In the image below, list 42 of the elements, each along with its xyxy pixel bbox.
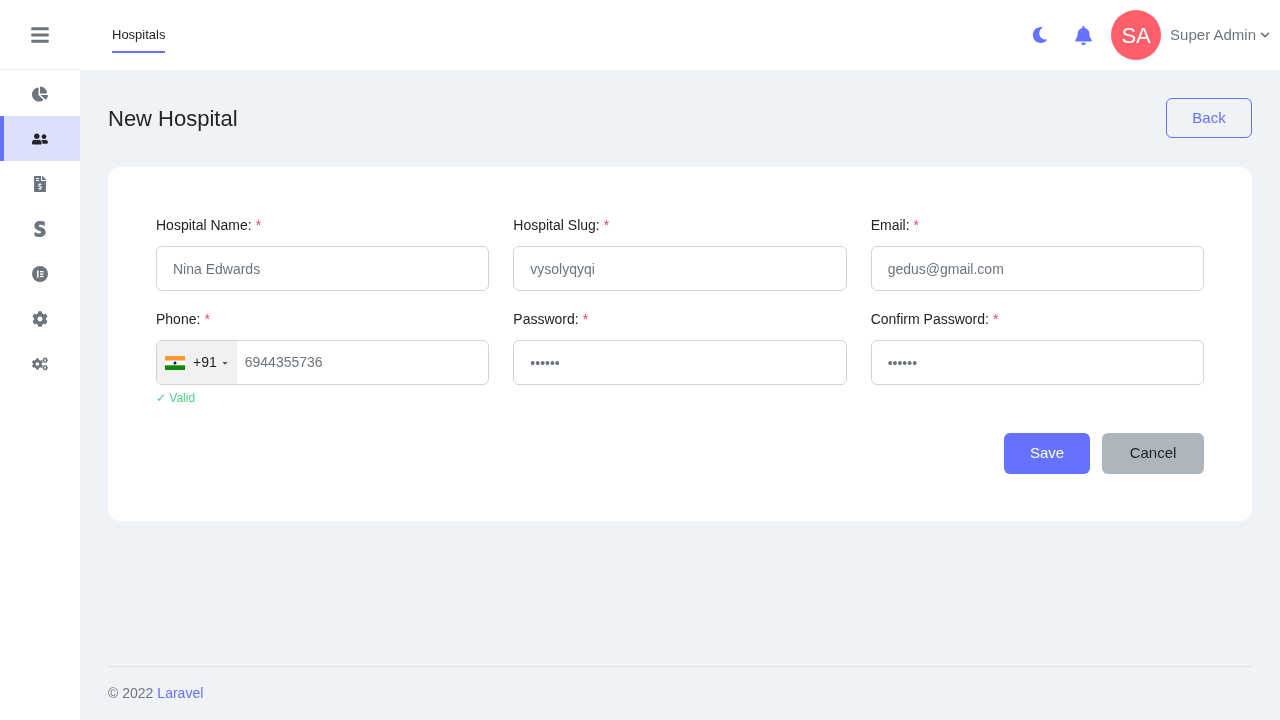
required-mark: * bbox=[582, 310, 589, 329]
save-button[interactable]: Save bbox=[1004, 433, 1090, 474]
required-mark: * bbox=[913, 216, 919, 235]
input-field[interactable]: gedus@gmail.com bbox=[870, 246, 1204, 291]
chevron-down-icon bbox=[1260, 30, 1270, 40]
input-field[interactable]: Nina Edwards bbox=[156, 246, 490, 291]
field-label: Password: bbox=[513, 310, 579, 329]
phone-input[interactable]: 6944355736 bbox=[236, 341, 489, 384]
page-title: New Hospital bbox=[108, 104, 238, 133]
moon-icon[interactable] bbox=[1032, 27, 1049, 43]
nav-tab[interactable]: Hospitals bbox=[112, 17, 166, 53]
input-field[interactable]: •••••• bbox=[513, 340, 847, 385]
field-label: Hospital Slug: bbox=[513, 216, 600, 235]
required-mark: * bbox=[992, 310, 999, 329]
gears-icon bbox=[32, 355, 48, 372]
letter-s-icon bbox=[32, 220, 48, 237]
field-label: Hospital Name: bbox=[156, 216, 252, 235]
field-label: Email: bbox=[870, 216, 910, 235]
field-label: Phone: bbox=[156, 310, 201, 329]
list-circle-icon bbox=[32, 265, 48, 282]
menu-icon[interactable] bbox=[30, 24, 50, 45]
india-flag-icon bbox=[165, 355, 185, 370]
avatar[interactable]: SA bbox=[1111, 10, 1162, 60]
required-mark: * bbox=[204, 310, 210, 329]
footer-link[interactable]: Laravel bbox=[157, 683, 204, 704]
valid-message: ✓ Valid bbox=[156, 390, 196, 407]
copyright-text: © 2022 bbox=[108, 684, 154, 703]
user-menu[interactable]: Super Admin bbox=[1170, 23, 1270, 47]
field-label: Confirm Password: bbox=[870, 310, 989, 329]
chart-pie-icon bbox=[32, 85, 48, 102]
country-selector[interactable]: +91 bbox=[157, 341, 237, 384]
back-button[interactable]: Back bbox=[1166, 98, 1252, 138]
gear-icon bbox=[32, 310, 48, 327]
invoice-dollar-icon bbox=[32, 175, 48, 192]
input-field[interactable]: vysolyqyqi bbox=[513, 246, 847, 291]
phone-field[interactable]: +91 6944355736 bbox=[156, 340, 490, 385]
sidebar-item[interactable] bbox=[0, 116, 80, 161]
cancel-button[interactable]: Cancel bbox=[1102, 433, 1204, 474]
required-mark: * bbox=[603, 216, 610, 235]
notification-bell-icon[interactable] bbox=[1074, 25, 1094, 45]
required-mark: * bbox=[255, 216, 262, 235]
input-field[interactable]: •••••• bbox=[870, 340, 1204, 385]
